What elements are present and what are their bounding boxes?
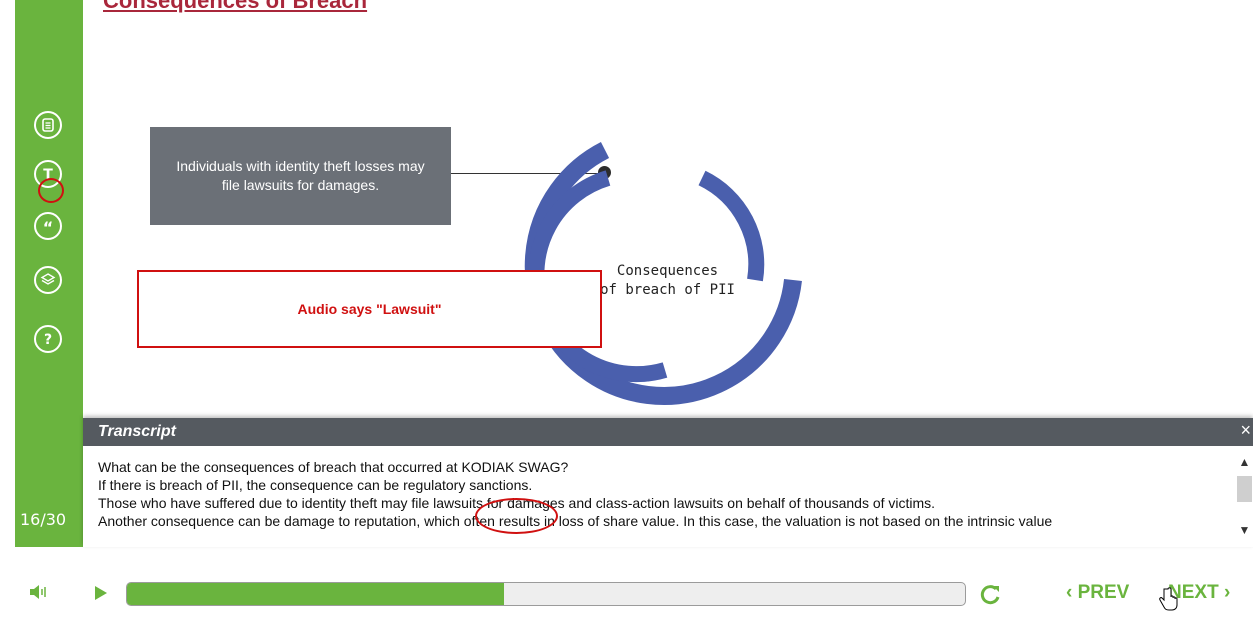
transcript-panel: Transcript × What can be the consequence… — [83, 418, 1253, 547]
speaker-icon[interactable] — [29, 584, 49, 600]
chevron-left-icon: ‹ — [1066, 582, 1073, 603]
transcript-scrollbar[interactable]: ▲ ▼ — [1236, 450, 1253, 544]
scroll-down-icon[interactable]: ▼ — [1236, 522, 1253, 538]
ring-label-line1: Consequences — [616, 263, 719, 279]
scroll-thumb[interactable] — [1237, 476, 1252, 502]
ring-label-line2: of breach of PII — [600, 282, 735, 298]
chevron-right-icon: › — [1223, 582, 1231, 603]
play-icon[interactable] — [94, 585, 108, 601]
annotation-circle — [38, 178, 64, 203]
progress-fill — [127, 583, 505, 605]
slide-title: Consequences of Breach — [103, 0, 368, 13]
transcript-line: If there is breach of PII, the consequen… — [98, 477, 533, 493]
ring-center-label: Consequences of breach of PII — [600, 262, 735, 300]
replay-icon[interactable] — [978, 583, 1002, 607]
transcript-line: Another consequence can be damage to rep… — [98, 513, 1053, 529]
left-sidebar: T “ ? 16/30 — [15, 0, 83, 547]
prev-button[interactable]: ‹ PREV — [1066, 582, 1129, 604]
prev-label: PREV — [1077, 582, 1130, 603]
transcript-line: What can be the consequences of breach t… — [98, 459, 569, 475]
annotation-word-circle — [475, 498, 558, 534]
annotation-text: Audio says "Lawsuit" — [297, 301, 442, 317]
layers-icon[interactable] — [34, 266, 62, 294]
help-icon[interactable]: ? — [34, 325, 62, 353]
transcript-header: Transcript × — [83, 418, 1253, 446]
close-icon[interactable]: × — [1240, 420, 1251, 441]
page-counter: 16/30 — [20, 510, 67, 529]
player-controls: ‹ PREV NEXT › — [0, 560, 1253, 617]
notes-icon[interactable] — [34, 111, 62, 139]
progress-bar[interactable] — [126, 582, 966, 606]
quote-icon[interactable]: “ — [34, 212, 62, 240]
callout-box: Individuals with identity theft losses m… — [150, 127, 451, 225]
svg-text:“: “ — [43, 218, 54, 234]
transcript-line: Those who have suffered due to identity … — [98, 495, 936, 511]
callout-text: Individuals with identity theft losses m… — [176, 158, 425, 193]
svg-text:?: ? — [44, 332, 52, 347]
annotation-box: Audio says "Lawsuit" — [137, 270, 602, 348]
transcript-body: What can be the consequences of breach t… — [98, 458, 1228, 547]
transcript-title: Transcript — [98, 423, 176, 440]
hand-cursor-icon — [1159, 587, 1178, 611]
scroll-up-icon[interactable]: ▲ — [1236, 454, 1253, 470]
